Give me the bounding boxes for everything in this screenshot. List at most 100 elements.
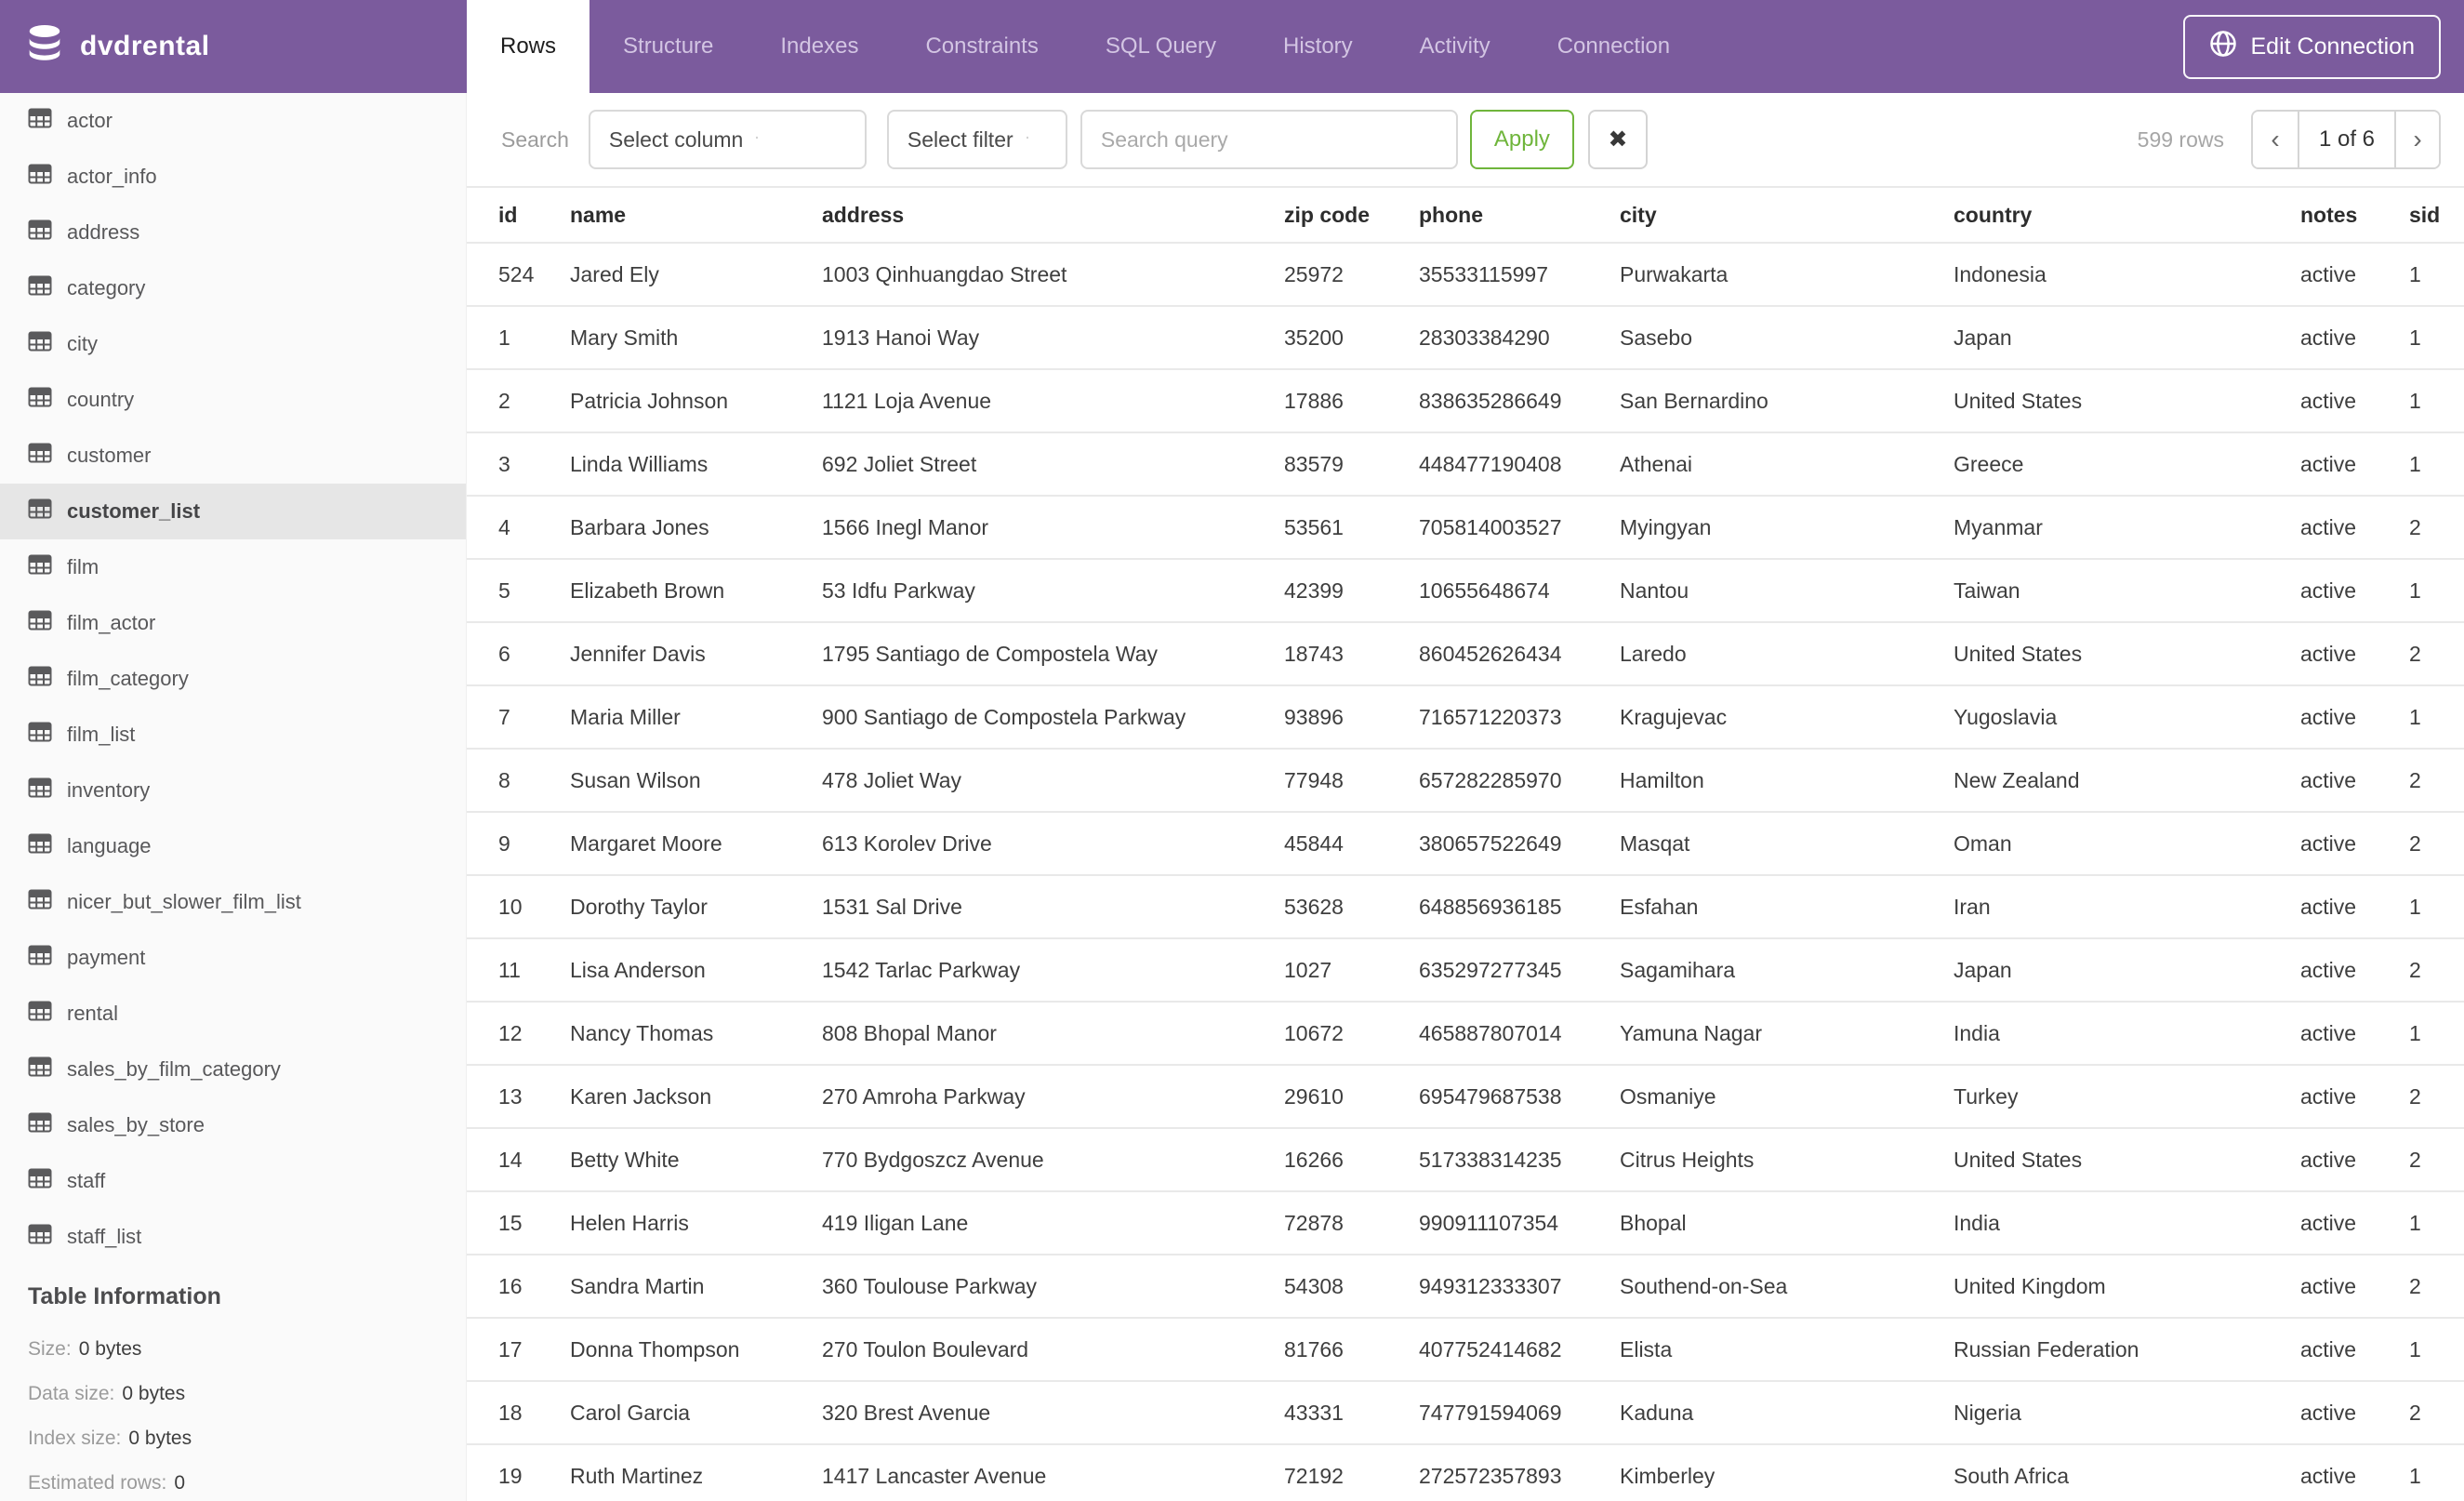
table-row[interactable]: 1 Mary Smith 1913 Hanoi Way 35200 283033… (467, 306, 2464, 370)
main-panel: Search Select column Select filter Searc… (467, 93, 2464, 1501)
cell-name: Sandra Martin (570, 1255, 822, 1319)
table-row[interactable]: 9 Margaret Moore 613 Korolev Drive 45844… (467, 812, 2464, 876)
tab[interactable]: SQL Query (1072, 0, 1250, 93)
column-header[interactable]: address (822, 186, 1284, 244)
table-row[interactable]: 4 Barbara Jones 1566 Inegl Manor 53561 7… (467, 496, 2464, 560)
sidebar-table-item[interactable]: actor_info (0, 149, 466, 205)
column-header-label: notes (2300, 202, 2358, 227)
column-header[interactable]: notes (2300, 186, 2409, 244)
column-header[interactable]: city (1620, 186, 1954, 244)
cell-id: 12 (467, 1002, 570, 1066)
search-query-input[interactable] (1080, 110, 1458, 169)
cell-country: Turkey (1954, 1065, 2300, 1129)
cell-address: 419 Iligan Lane (822, 1191, 1284, 1255)
column-header[interactable]: id (467, 186, 570, 244)
tab[interactable]: Structure (590, 0, 747, 93)
sidebar-table-item[interactable]: city (0, 316, 466, 372)
column-select[interactable]: Select column (588, 110, 867, 169)
cell-name: Linda Williams (570, 432, 822, 497)
tab[interactable]: Rows (467, 0, 590, 93)
sidebar-table-item[interactable]: payment (0, 930, 466, 986)
sidebar-table-item[interactable]: language (0, 818, 466, 874)
table-row[interactable]: 16 Sandra Martin 360 Toulouse Parkway 54… (467, 1255, 2464, 1319)
cell-zip-code: 45844 (1284, 812, 1419, 876)
sidebar-table-item[interactable]: category (0, 260, 466, 316)
table-row[interactable]: 3 Linda Williams 692 Joliet Street 83579… (467, 432, 2464, 497)
cell-notes: active (2300, 812, 2409, 876)
tab[interactable]: Connection (1524, 0, 1703, 93)
tab[interactable]: History (1250, 0, 1386, 93)
apply-button[interactable]: Apply (1469, 110, 1574, 169)
sidebar-table-item[interactable]: staff_list (0, 1209, 466, 1265)
tables-sidebar: actor actor_info address category city c… (0, 93, 467, 1501)
table-row[interactable]: 13 Karen Jackson 270 Amroha Parkway 2961… (467, 1065, 2464, 1129)
table-row[interactable]: 18 Carol Garcia 320 Brest Avenue 43331 7… (467, 1381, 2464, 1445)
table-row[interactable]: 524 Jared Ely 1003 Qinhuangdao Street 25… (467, 243, 2464, 307)
sidebar-table-item[interactable]: address (0, 205, 466, 260)
column-header[interactable]: name (570, 186, 822, 244)
cell-notes: active (2300, 749, 2409, 813)
cell-address: 1542 Tarlac Parkway (822, 938, 1284, 1003)
sidebar-table-item[interactable]: rental (0, 986, 466, 1042)
column-header[interactable]: country (1954, 186, 2300, 244)
table-row[interactable]: 10 Dorothy Taylor 1531 Sal Drive 53628 6… (467, 875, 2464, 939)
sidebar-table-item[interactable]: film_category (0, 651, 466, 707)
edit-connection-button[interactable]: Edit Connection (2183, 14, 2441, 79)
cell-notes: active (2300, 1318, 2409, 1382)
table-row[interactable]: 5 Elizabeth Brown 53 Idfu Parkway 42399 … (467, 559, 2464, 623)
cell-phone: 990911107354 (1419, 1191, 1620, 1255)
sidebar-table-item[interactable]: film_list (0, 707, 466, 763)
column-header[interactable]: sid (2409, 186, 2464, 244)
table-icon (28, 722, 67, 748)
next-page-button[interactable]: › (2396, 112, 2439, 167)
table-row[interactable]: 2 Patricia Johnson 1121 Loja Avenue 1788… (467, 369, 2464, 433)
clear-search-button[interactable]: ✖ (1587, 110, 1648, 169)
sidebar-table-item[interactable]: customer_list (0, 484, 466, 539)
sidebar-table-item[interactable]: film_actor (0, 595, 466, 651)
sidebar-table-item[interactable]: country (0, 372, 466, 428)
cell-phone: 272572357893 (1419, 1444, 1620, 1501)
sidebar-table-item[interactable]: film (0, 539, 466, 595)
cell-address: 320 Brest Avenue (822, 1381, 1284, 1445)
table-icon (28, 554, 67, 580)
column-header[interactable]: zip code (1284, 186, 1419, 244)
table-icon (28, 443, 67, 469)
cell-address: 900 Santiago de Compostela Parkway (822, 685, 1284, 750)
filter-select-value: Select filter (907, 126, 1013, 152)
tab[interactable]: Indexes (747, 0, 892, 93)
table-row[interactable]: 15 Helen Harris 419 Iligan Lane 72878 99… (467, 1191, 2464, 1255)
sidebar-table-item[interactable]: sales_by_store (0, 1097, 466, 1153)
table-row[interactable]: 14 Betty White 770 Bydgoszcz Avenue 1626… (467, 1128, 2464, 1192)
table-row[interactable]: 8 Susan Wilson 478 Joliet Way 77948 6572… (467, 749, 2464, 813)
table-row[interactable]: 12 Nancy Thomas 808 Bhopal Manor 10672 4… (467, 1002, 2464, 1066)
cell-name: Betty White (570, 1128, 822, 1192)
cell-zip-code: 25972 (1284, 243, 1419, 307)
sidebar-table-item[interactable]: nicer_but_slower_film_list (0, 874, 466, 930)
table-row[interactable]: 17 Donna Thompson 270 Toulon Boulevard 8… (467, 1318, 2464, 1382)
tab[interactable]: Constraints (892, 0, 1071, 93)
table-row[interactable]: 19 Ruth Martinez 1417 Lancaster Avenue 7… (467, 1444, 2464, 1501)
table-row[interactable]: 7 Maria Miller 900 Santiago de Compostel… (467, 685, 2464, 750)
column-header[interactable]: phone (1419, 186, 1620, 244)
table-row[interactable]: 6 Jennifer Davis 1795 Santiago de Compos… (467, 622, 2464, 686)
table-icon (28, 275, 67, 301)
cell-notes: active (2300, 369, 2409, 433)
table-row[interactable]: 11 Lisa Anderson 1542 Tarlac Parkway 102… (467, 938, 2464, 1003)
cell-notes: active (2300, 306, 2409, 370)
sidebar-table-label: inventory (67, 778, 151, 802)
cell-sid: 2 (2409, 1065, 2464, 1129)
sidebar-table-item[interactable]: inventory (0, 763, 466, 818)
cell-id: 11 (467, 938, 570, 1003)
search-toolbar: Search Select column Select filter Searc… (467, 93, 2464, 186)
cell-id: 7 (467, 685, 570, 750)
cell-name: Maria Miller (570, 685, 822, 750)
sidebar-table-item[interactable]: sales_by_film_category (0, 1042, 466, 1097)
previous-page-button[interactable]: ‹ (2253, 112, 2299, 167)
tab[interactable]: Activity (1386, 0, 1524, 93)
sidebar-table-item[interactable]: customer (0, 428, 466, 484)
sidebar-table-item[interactable]: actor (0, 93, 466, 149)
filter-select[interactable]: Select filter (886, 110, 1067, 169)
cell-address: 613 Korolev Drive (822, 812, 1284, 876)
sidebar-table-item[interactable]: staff (0, 1153, 466, 1209)
